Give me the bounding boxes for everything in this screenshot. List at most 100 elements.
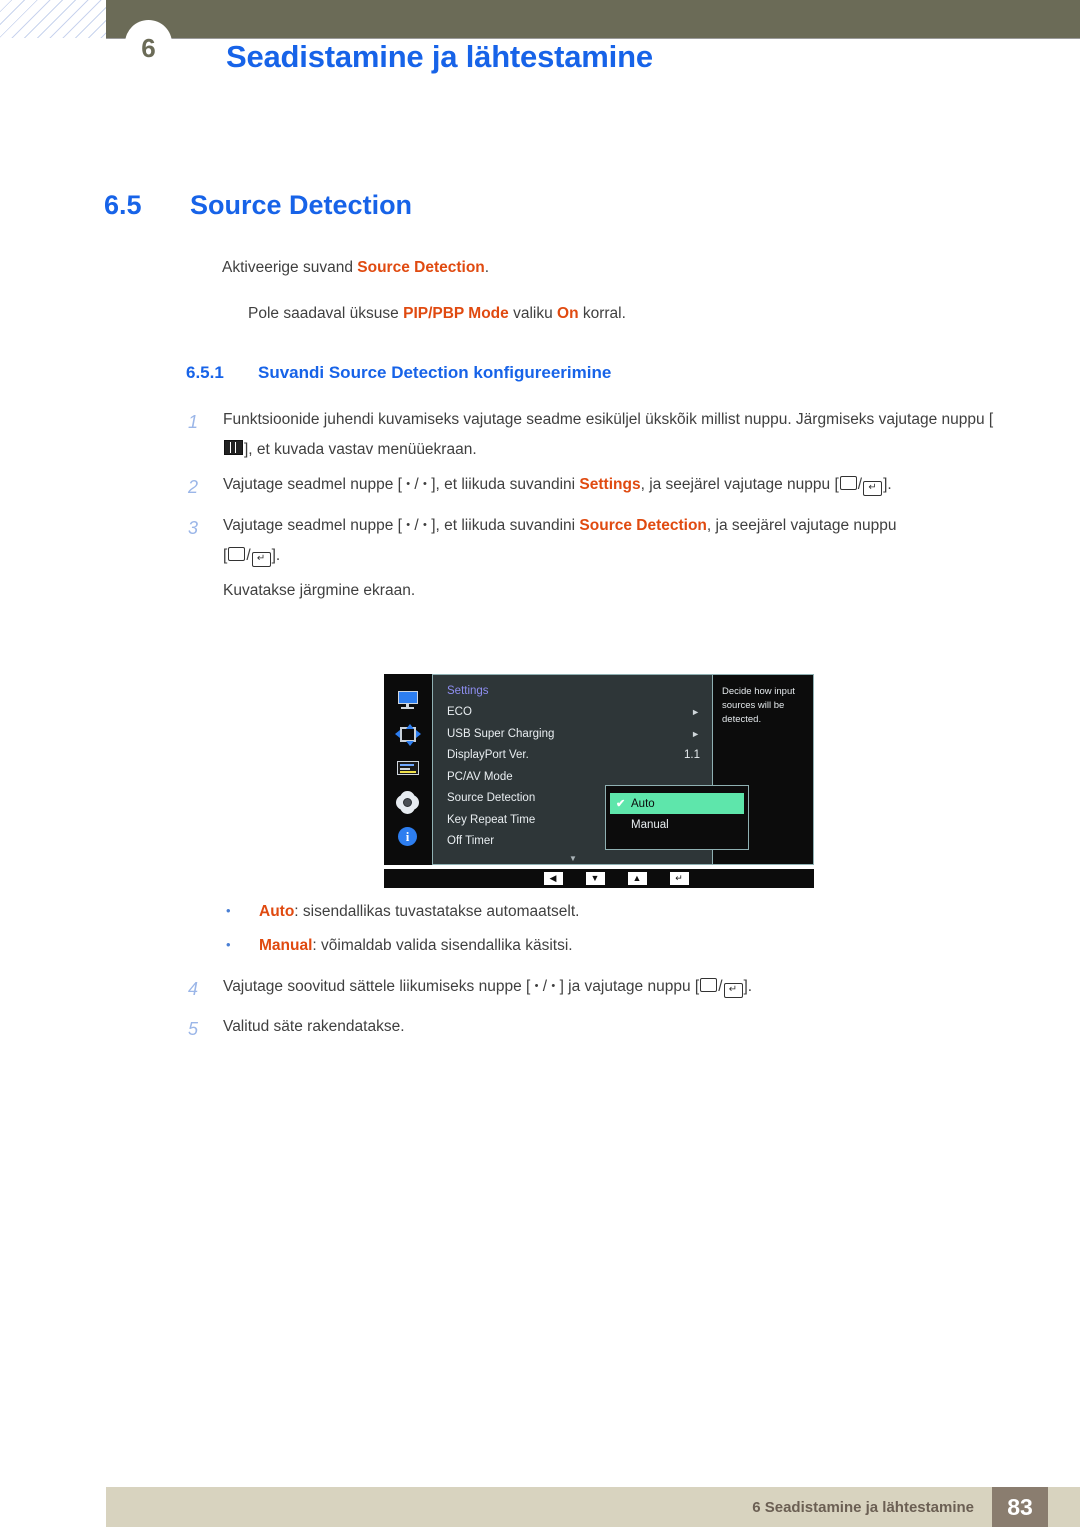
check-icon: ✔	[616, 798, 626, 810]
note-highlight-pip: PIP/PBP Mode	[403, 305, 509, 322]
step-1-body: Funktsioonide juhendi kuvamiseks vajutag…	[223, 405, 1002, 465]
pip-arrows-icon[interactable]	[395, 724, 421, 746]
step-3-text-a: Vajutage seadmel nuppe [	[223, 516, 407, 534]
decorative-hatch-pattern	[0, 0, 106, 38]
step-4-text-c: ] ja vajutage nuppu [	[555, 978, 700, 995]
check-icon-placeholder: ✔	[616, 818, 631, 831]
intro-prefix: Aktiveerige suvand	[222, 259, 358, 276]
osd-sidebar: i	[384, 674, 432, 865]
bullet-dot-icon: •	[226, 937, 231, 952]
osd-button-enter[interactable]: ↵	[669, 872, 689, 885]
section-title: Source Detection	[190, 190, 413, 220]
info-glyph: i	[398, 827, 417, 846]
enter-key-icon: ↵	[863, 481, 883, 497]
note-highlight-on: On	[557, 305, 579, 322]
trailing-steps: 4 Vajutage soovitud sättele liikumiseks …	[0, 972, 1080, 1052]
step-2-text-c: ], et liikuda suvandini	[426, 476, 580, 494]
monitor-icon[interactable]	[395, 690, 421, 712]
bullet-dot-icon: •	[226, 903, 231, 918]
step-3: 3 Vajutage seadmel nuppe [ • / • ], et l…	[0, 511, 1080, 571]
option-description-list: • Auto: sisendallikas tuvastatakse autom…	[0, 903, 1080, 971]
header-bar	[106, 0, 1080, 39]
step-3-number: 3	[188, 517, 199, 538]
osd-submenu-option-manual-label: Manual	[631, 818, 669, 831]
osd-menu-item-displayport-ver[interactable]: DisplayPort Ver. 1.1	[447, 745, 712, 767]
step-4-text-a: Vajutage soovitud sättele liikumiseks nu…	[223, 978, 535, 995]
menu-key-icon	[224, 440, 243, 456]
scroll-down-icon[interactable]: ▼	[569, 854, 577, 863]
back-key-icon	[700, 978, 718, 992]
section-heading: 6.5 Source Detection	[0, 190, 1080, 221]
page-number: 83	[992, 1487, 1048, 1527]
osd-button-bar: ◀ ▼ ▲ ↵	[384, 869, 814, 888]
step-2-text-f: ].	[883, 476, 892, 494]
osd-menu-title: Settings	[447, 684, 489, 697]
osd-menu-item-eco[interactable]: ECO ►	[447, 702, 712, 724]
step-2-body: Vajutage seadmel nuppe [ • / • ], et lii…	[223, 470, 892, 505]
osd-submenu-option-auto[interactable]: ✔ Auto	[610, 793, 744, 814]
osd-submenu-source-detection: ✔ Auto ✔ Manual	[605, 785, 749, 850]
step-4-text-e: ].	[743, 978, 753, 995]
subsection-number: 6.5.1	[186, 363, 224, 382]
note-middle: valiku	[508, 305, 558, 322]
step-4-body: Vajutage soovitud sättele liikumiseks nu…	[223, 972, 752, 1007]
osd-submenu-option-manual[interactable]: ✔ Manual	[610, 814, 744, 835]
step-2-text-d: , ja seejärel vajutage nuppu [	[640, 476, 839, 494]
step-5: 5 Valitud säte rakendatakse.	[0, 1012, 1080, 1047]
bullet-content: Auto: sisendallikas tuvastatakse automaa…	[259, 903, 579, 921]
bullet-term-auto: Auto	[259, 903, 295, 920]
osd-button-down[interactable]: ▼	[585, 872, 605, 885]
note-suffix: korral.	[578, 305, 626, 322]
step-5-number: 5	[188, 1019, 199, 1040]
osd-button-up[interactable]: ▲	[627, 872, 647, 885]
osd-menu-panel: Settings ECO ► USB Super Charging ► Disp…	[432, 674, 749, 865]
gear-icon[interactable]	[395, 792, 421, 814]
bullet-content: Manual: võimaldab valida sisendallika kä…	[259, 937, 573, 955]
note-paragraph: Pole saadaval üksuse PIP/PBP Mode valiku…	[0, 305, 1080, 323]
step-5-body: Valitud säte rakendatakse.	[223, 1018, 405, 1036]
step-3-text-f: /	[246, 546, 251, 564]
step-2-number: 2	[188, 477, 199, 498]
bullet-rest-manual: : võimaldab valida sisendallika käsitsi.	[312, 937, 573, 954]
section-number: 6.5	[104, 190, 142, 220]
main-content: 6.5 Source Detection Aktiveerige suvand …	[0, 190, 1080, 610]
enter-key-icon: ↵	[723, 983, 743, 998]
osd-window: i Settings ECO ► USB Super Charging ► Di…	[384, 674, 814, 865]
step-2-text-a: Vajutage seadmel nuppe [	[223, 476, 407, 494]
osd-submenu-option-auto-label: Auto	[631, 797, 655, 810]
step-3-text-c: ], et liikuda suvandini	[426, 516, 580, 534]
step-1: 1 Funktsioonide juhendi kuvamiseks vajut…	[0, 405, 1080, 465]
step-3-text-d: , ja seejärel vajutage nuppu	[706, 516, 897, 534]
osd-screenshot: i Settings ECO ► USB Super Charging ► Di…	[384, 674, 814, 888]
back-key-icon	[228, 546, 246, 561]
step-4-text-d: /	[718, 978, 723, 995]
step-2-highlight: Settings	[579, 476, 641, 494]
info-icon[interactable]: i	[395, 826, 421, 848]
chevron-right-icon: ►	[691, 728, 700, 739]
chapter-number: 6	[141, 33, 156, 63]
back-key-icon	[839, 476, 857, 491]
chapter-badge: 6	[125, 20, 172, 67]
step-4-text-b: /	[538, 978, 552, 995]
page-title: Seadistamine ja lähtestamine	[226, 39, 653, 74]
step-3-text-b: /	[410, 516, 424, 534]
step-1-text-a: Funktsioonide juhendi kuvamiseks vajutag…	[223, 411, 994, 428]
step-3-followup: Kuvatakse järgmine ekraan.	[223, 581, 416, 599]
intro-paragraph: Aktiveerige suvand Source Detection.	[0, 259, 1080, 277]
step-4: 4 Vajutage soovitud sättele liikumiseks …	[0, 972, 1080, 1007]
osd-display-icon[interactable]	[395, 758, 421, 780]
intro-suffix: .	[484, 259, 490, 276]
intro-highlight: Source Detection	[357, 259, 485, 276]
osd-menu-item-usb-super-charging[interactable]: USB Super Charging ►	[447, 723, 712, 745]
step-2-text-e: /	[857, 476, 863, 494]
step-3-text-e: [	[223, 546, 228, 564]
step-1-number: 1	[188, 412, 199, 432]
step-2-text-b: /	[410, 476, 424, 494]
step-2: 2 Vajutage seadmel nuppe [ • / • ], et l…	[0, 470, 1080, 505]
osd-button-left[interactable]: ◀	[543, 872, 563, 885]
footer-chapter-label: 6 Seadistamine ja lähtestamine	[752, 1498, 974, 1516]
list-item: • Manual: võimaldab valida sisendallika …	[0, 937, 1080, 955]
bullet-rest-auto: : sisendallikas tuvastatakse automaatsel…	[294, 903, 580, 920]
step-3-highlight: Source Detection	[579, 516, 707, 534]
displayport-version-value: 1.1	[684, 749, 700, 762]
